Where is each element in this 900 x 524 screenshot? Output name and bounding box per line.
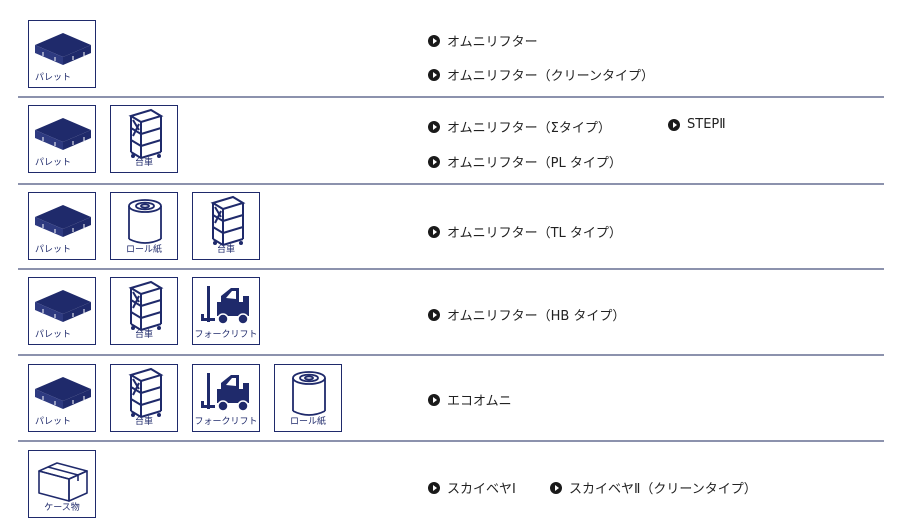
arrow-bullet-icon: [428, 68, 440, 81]
arrow-bullet-icon: [428, 120, 440, 133]
pallet-label: パレット: [35, 330, 72, 340]
arrow-bullet-icon: [428, 225, 440, 238]
cardboard-box-icon: ケース物: [28, 450, 96, 518]
product-link[interactable]: スカイベヤⅡ（クリーンタイプ）: [550, 478, 757, 497]
row-divider: [18, 96, 884, 98]
roll-label: ロール紙: [125, 245, 162, 255]
arrow-bullet-icon: [428, 308, 440, 321]
pallet-label: パレット: [35, 73, 72, 83]
product-link[interactable]: オムニリフター（Σタイプ）: [428, 117, 611, 136]
forklift-icon: フォークリフト: [192, 277, 260, 345]
product-link[interactable]: オムニリフター: [428, 31, 538, 50]
pallet-icon: パレット: [28, 277, 96, 345]
cart-label: 台車: [216, 245, 235, 255]
arrow-bullet-icon: [428, 481, 440, 494]
cart-label: 台車: [134, 417, 153, 427]
pallet-icon: パレット: [28, 192, 96, 260]
cart-label: 台車: [134, 158, 153, 168]
arrow-bullet-icon: [428, 34, 440, 47]
arrow-bullet-icon: [428, 155, 440, 168]
arrow-bullet-icon: [428, 393, 440, 406]
cart-icon: 台車: [110, 105, 178, 173]
roll-paper-icon: ロール紙: [274, 364, 342, 432]
forklift-label: フォークリフト: [194, 417, 258, 427]
forklift-icon: フォークリフト: [192, 364, 260, 432]
pallet-label: パレット: [35, 245, 72, 255]
cart-icon: 台車: [192, 192, 260, 260]
cart-icon: 台車: [110, 277, 178, 345]
pallet-icon: パレット: [28, 105, 96, 173]
cart-icon: 台車: [110, 364, 178, 432]
product-link[interactable]: エコオムニ: [428, 390, 512, 409]
product-link[interactable]: オムニリフター（PL タイプ）: [428, 152, 622, 171]
forklift-label: フォークリフト: [194, 330, 258, 340]
pallet-icon: パレット: [28, 364, 96, 432]
row-divider: [18, 183, 884, 185]
row-divider: [18, 268, 884, 270]
arrow-bullet-icon: [668, 118, 680, 131]
product-link[interactable]: オムニリフター（クリーンタイプ）: [428, 65, 654, 84]
pallet-icon: パレット: [28, 20, 96, 88]
arrow-bullet-icon: [550, 481, 562, 494]
product-link[interactable]: オムニリフター（HB タイプ）: [428, 305, 625, 324]
product-link[interactable]: STEPⅡ: [668, 117, 726, 132]
roll-paper-icon: ロール紙: [110, 192, 178, 260]
roll-label: ロール紙: [289, 417, 326, 427]
case-label: ケース物: [44, 503, 80, 513]
pallet-label: パレット: [35, 158, 72, 168]
product-link[interactable]: スカイベヤⅠ: [428, 478, 516, 497]
row-divider: [18, 354, 884, 356]
cart-label: 台車: [134, 330, 153, 340]
pallet-label: パレット: [35, 417, 72, 427]
product-link[interactable]: オムニリフター（TL タイプ）: [428, 222, 622, 241]
row-divider: [18, 440, 884, 442]
